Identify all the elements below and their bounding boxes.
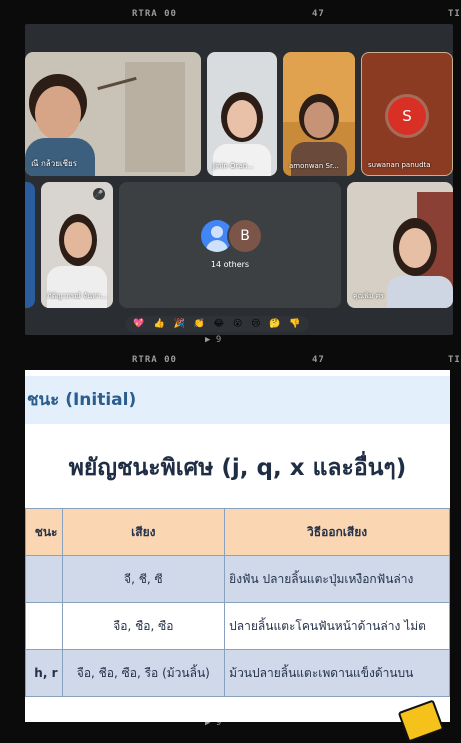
participant-1-face xyxy=(35,86,81,140)
table-cell xyxy=(25,555,63,603)
table-row: h, r จือ, ชือ, ซือ, รือ (ม้วนลิ้น) ม้วนป… xyxy=(25,649,450,697)
others-count: 14 others xyxy=(210,260,250,269)
film-label-mid: RTRA 00 xyxy=(132,355,177,365)
participant-6-face xyxy=(64,222,92,258)
table-cell: ยิงฟัน ปลายลิ้นแตะปุ่มเหงือกฟันล่าง xyxy=(224,555,450,603)
thumbs-down-reaction-icon[interactable]: 👎 xyxy=(289,316,300,332)
participant-name: คุณพิม ศร xyxy=(353,292,384,300)
table-cell: จี, ชี, ซี xyxy=(61,555,226,603)
participant-2-shirt xyxy=(213,144,271,176)
film-number-top: 47 xyxy=(312,9,325,19)
film-edge-top: TI xyxy=(448,9,461,19)
participant-name: amonwan Sr... xyxy=(289,162,339,170)
reaction-bar: 💖 👍 🎉 👏 😂 😮 😢 🤔 👎 xyxy=(125,316,309,332)
surprised-reaction-icon[interactable]: 😮 xyxy=(233,316,242,332)
participant-tile-4[interactable]: S suwanan panudta xyxy=(361,52,453,176)
heart-reaction-icon[interactable]: 💖 xyxy=(133,316,144,332)
participant-tile-3[interactable]: amonwan Sr... xyxy=(283,52,355,176)
participant-tile-2[interactable]: Jinin Oran... xyxy=(207,52,277,176)
muted-mic-icon: 🎤 xyxy=(93,188,105,200)
participant-avatar-b: B xyxy=(229,220,261,252)
table-row: จือ, ชือ, ซือ ปลายลิ้นแตะโคนฟันหน้าด้านล… xyxy=(25,602,450,650)
thumbs-up-reaction-icon[interactable]: 👍 xyxy=(153,316,164,332)
participant-tile-1[interactable]: ณี กล้วยเชียร xyxy=(25,52,201,176)
film-edge-mid: TI xyxy=(448,355,461,365)
table-header: เสียง xyxy=(61,508,226,556)
table-cell: h, r xyxy=(25,649,63,697)
table-cell xyxy=(25,602,63,650)
table-cell: ปลายลิ้นแตะโคนฟันหน้าด้านล่าง ไม่ต xyxy=(224,602,450,650)
table-cell: ม้วนปลายลิ้นแตะเพดานแข็งด้านบน xyxy=(224,649,450,697)
participant-name: ภิติญาภรณ์ จันทา... xyxy=(47,292,108,300)
participant-tile-5[interactable] xyxy=(25,182,35,308)
participant-name: ณี กล้วยเชียร xyxy=(31,159,78,168)
participant-3-face xyxy=(304,102,334,138)
slide-header: ชนะ (Initial) xyxy=(25,376,450,424)
table-header: วิธีออกเสียง xyxy=(224,508,450,556)
party-reaction-icon[interactable]: 🎉 xyxy=(173,316,184,332)
film-label-top: RTRA 00 xyxy=(132,9,177,19)
table-header-row: ชนะ เสียง วิธีออกเสียง xyxy=(25,508,450,556)
film-number-mid: 47 xyxy=(312,355,325,365)
table-header: ชนะ xyxy=(25,508,63,556)
presentation-slide: ชนะ (Initial) พยัญชนะพิเศษ (j, q, x และอ… xyxy=(25,370,450,722)
slide-title: พยัญชนะพิเศษ (j, q, x และอื่นๆ) xyxy=(68,455,407,481)
clap-reaction-icon[interactable]: 👏 xyxy=(194,316,205,332)
participant-7-face xyxy=(399,228,431,268)
participant-tile-7[interactable]: คุณพิม ศร xyxy=(347,182,453,308)
table-cell: จือ, ชือ, ซือ, รือ (ม้วนลิ้น) xyxy=(61,649,226,697)
participant-avatar: S xyxy=(388,97,426,135)
thinking-reaction-icon[interactable]: 🤔 xyxy=(269,316,280,332)
table-cell: จือ, ชือ, ซือ xyxy=(61,602,226,650)
participant-2-face xyxy=(227,100,257,138)
film-frame-mid: ▶ 9 xyxy=(205,335,222,345)
participant-name: Jinin Oran... xyxy=(213,162,254,170)
participant-tile-6[interactable]: 🎤 ภิติญาภรณ์ จันทา... xyxy=(41,182,113,308)
participant-7-shirt xyxy=(387,276,453,308)
video-call-grid: ณี กล้วยเชียร Jinin Oran... amonwan Sr..… xyxy=(25,24,453,335)
table-row: จี, ชี, ซี ยิงฟัน ปลายลิ้นแตะปุ่มเหงือกฟ… xyxy=(25,555,450,603)
laugh-reaction-icon[interactable]: 😂 xyxy=(214,316,225,332)
pronunciation-table: ชนะ เสียง วิธีออกเสียง จี, ชี, ซี ยิงฟัน… xyxy=(25,508,450,697)
participant-name: suwanan panudta xyxy=(368,161,431,169)
others-tile[interactable]: B 14 others xyxy=(119,182,341,308)
participant-3-shirt xyxy=(291,142,347,176)
sad-reaction-icon[interactable]: 😢 xyxy=(251,316,260,332)
